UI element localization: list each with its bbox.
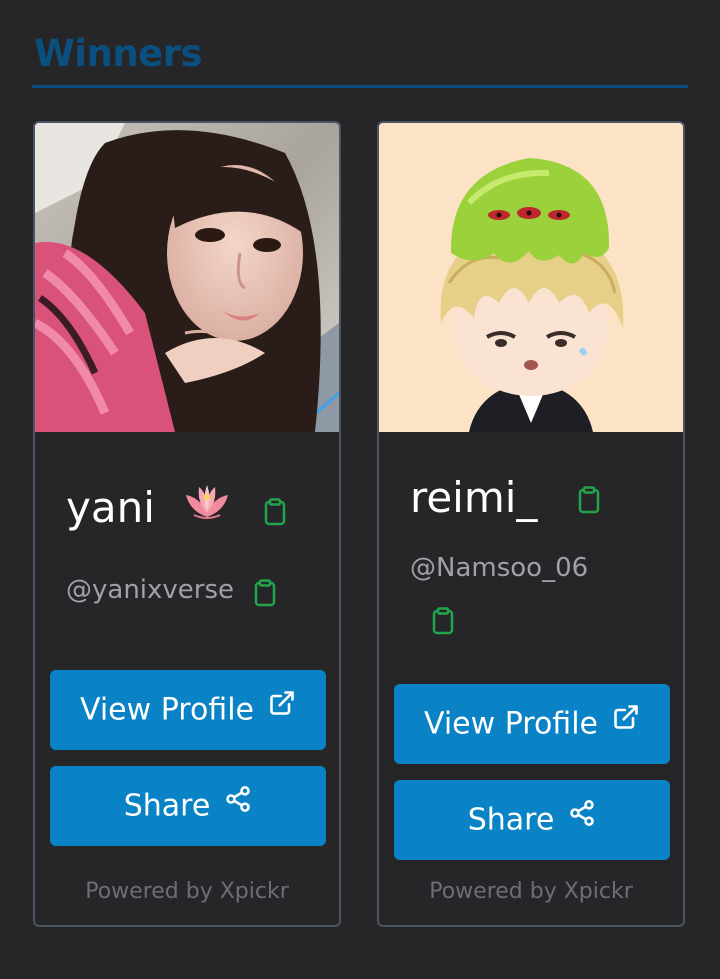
share-icon	[224, 764, 252, 844]
copy-handle-clipboard-icon[interactable]	[254, 579, 276, 607]
view-profile-button[interactable]: View Profile	[394, 684, 670, 764]
username-handle: @Namsoo_06	[410, 553, 589, 583]
profile-photo	[35, 123, 339, 432]
external-link-icon	[268, 668, 296, 748]
powered-by-text: Powered by Xpickr	[429, 879, 633, 904]
powered-by-text: Powered by Xpickr	[85, 879, 289, 904]
profile-photo	[379, 123, 683, 432]
handle-row: @Namsoo_06	[410, 551, 588, 585]
winner-card: yani @yanixverse View Profile Share Powe…	[33, 121, 341, 927]
view-profile-button[interactable]: View Profile	[50, 670, 326, 750]
winner-card: reimi_ @Namsoo_06 View Profile Share Pow…	[377, 121, 685, 927]
copy-handle-clipboard-icon[interactable]	[432, 607, 454, 635]
lotus-emoji	[180, 481, 234, 532]
copy-name-clipboard-icon[interactable]	[264, 498, 286, 526]
username-handle: @yanixverse	[66, 575, 235, 605]
display-name-row: reimi_	[410, 473, 537, 523]
external-link-icon	[612, 682, 640, 762]
share-icon	[568, 778, 596, 858]
title-divider	[32, 85, 688, 88]
copy-name-clipboard-icon[interactable]	[578, 486, 600, 514]
handle-row: @yanixverse	[66, 573, 234, 607]
share-button[interactable]: Share	[394, 780, 670, 860]
display-name-row: yani	[66, 483, 234, 536]
display-name: reimi_	[410, 473, 538, 522]
page-title: Winners	[34, 32, 203, 75]
share-button[interactable]: Share	[50, 766, 326, 846]
display-name: yani	[66, 483, 155, 532]
